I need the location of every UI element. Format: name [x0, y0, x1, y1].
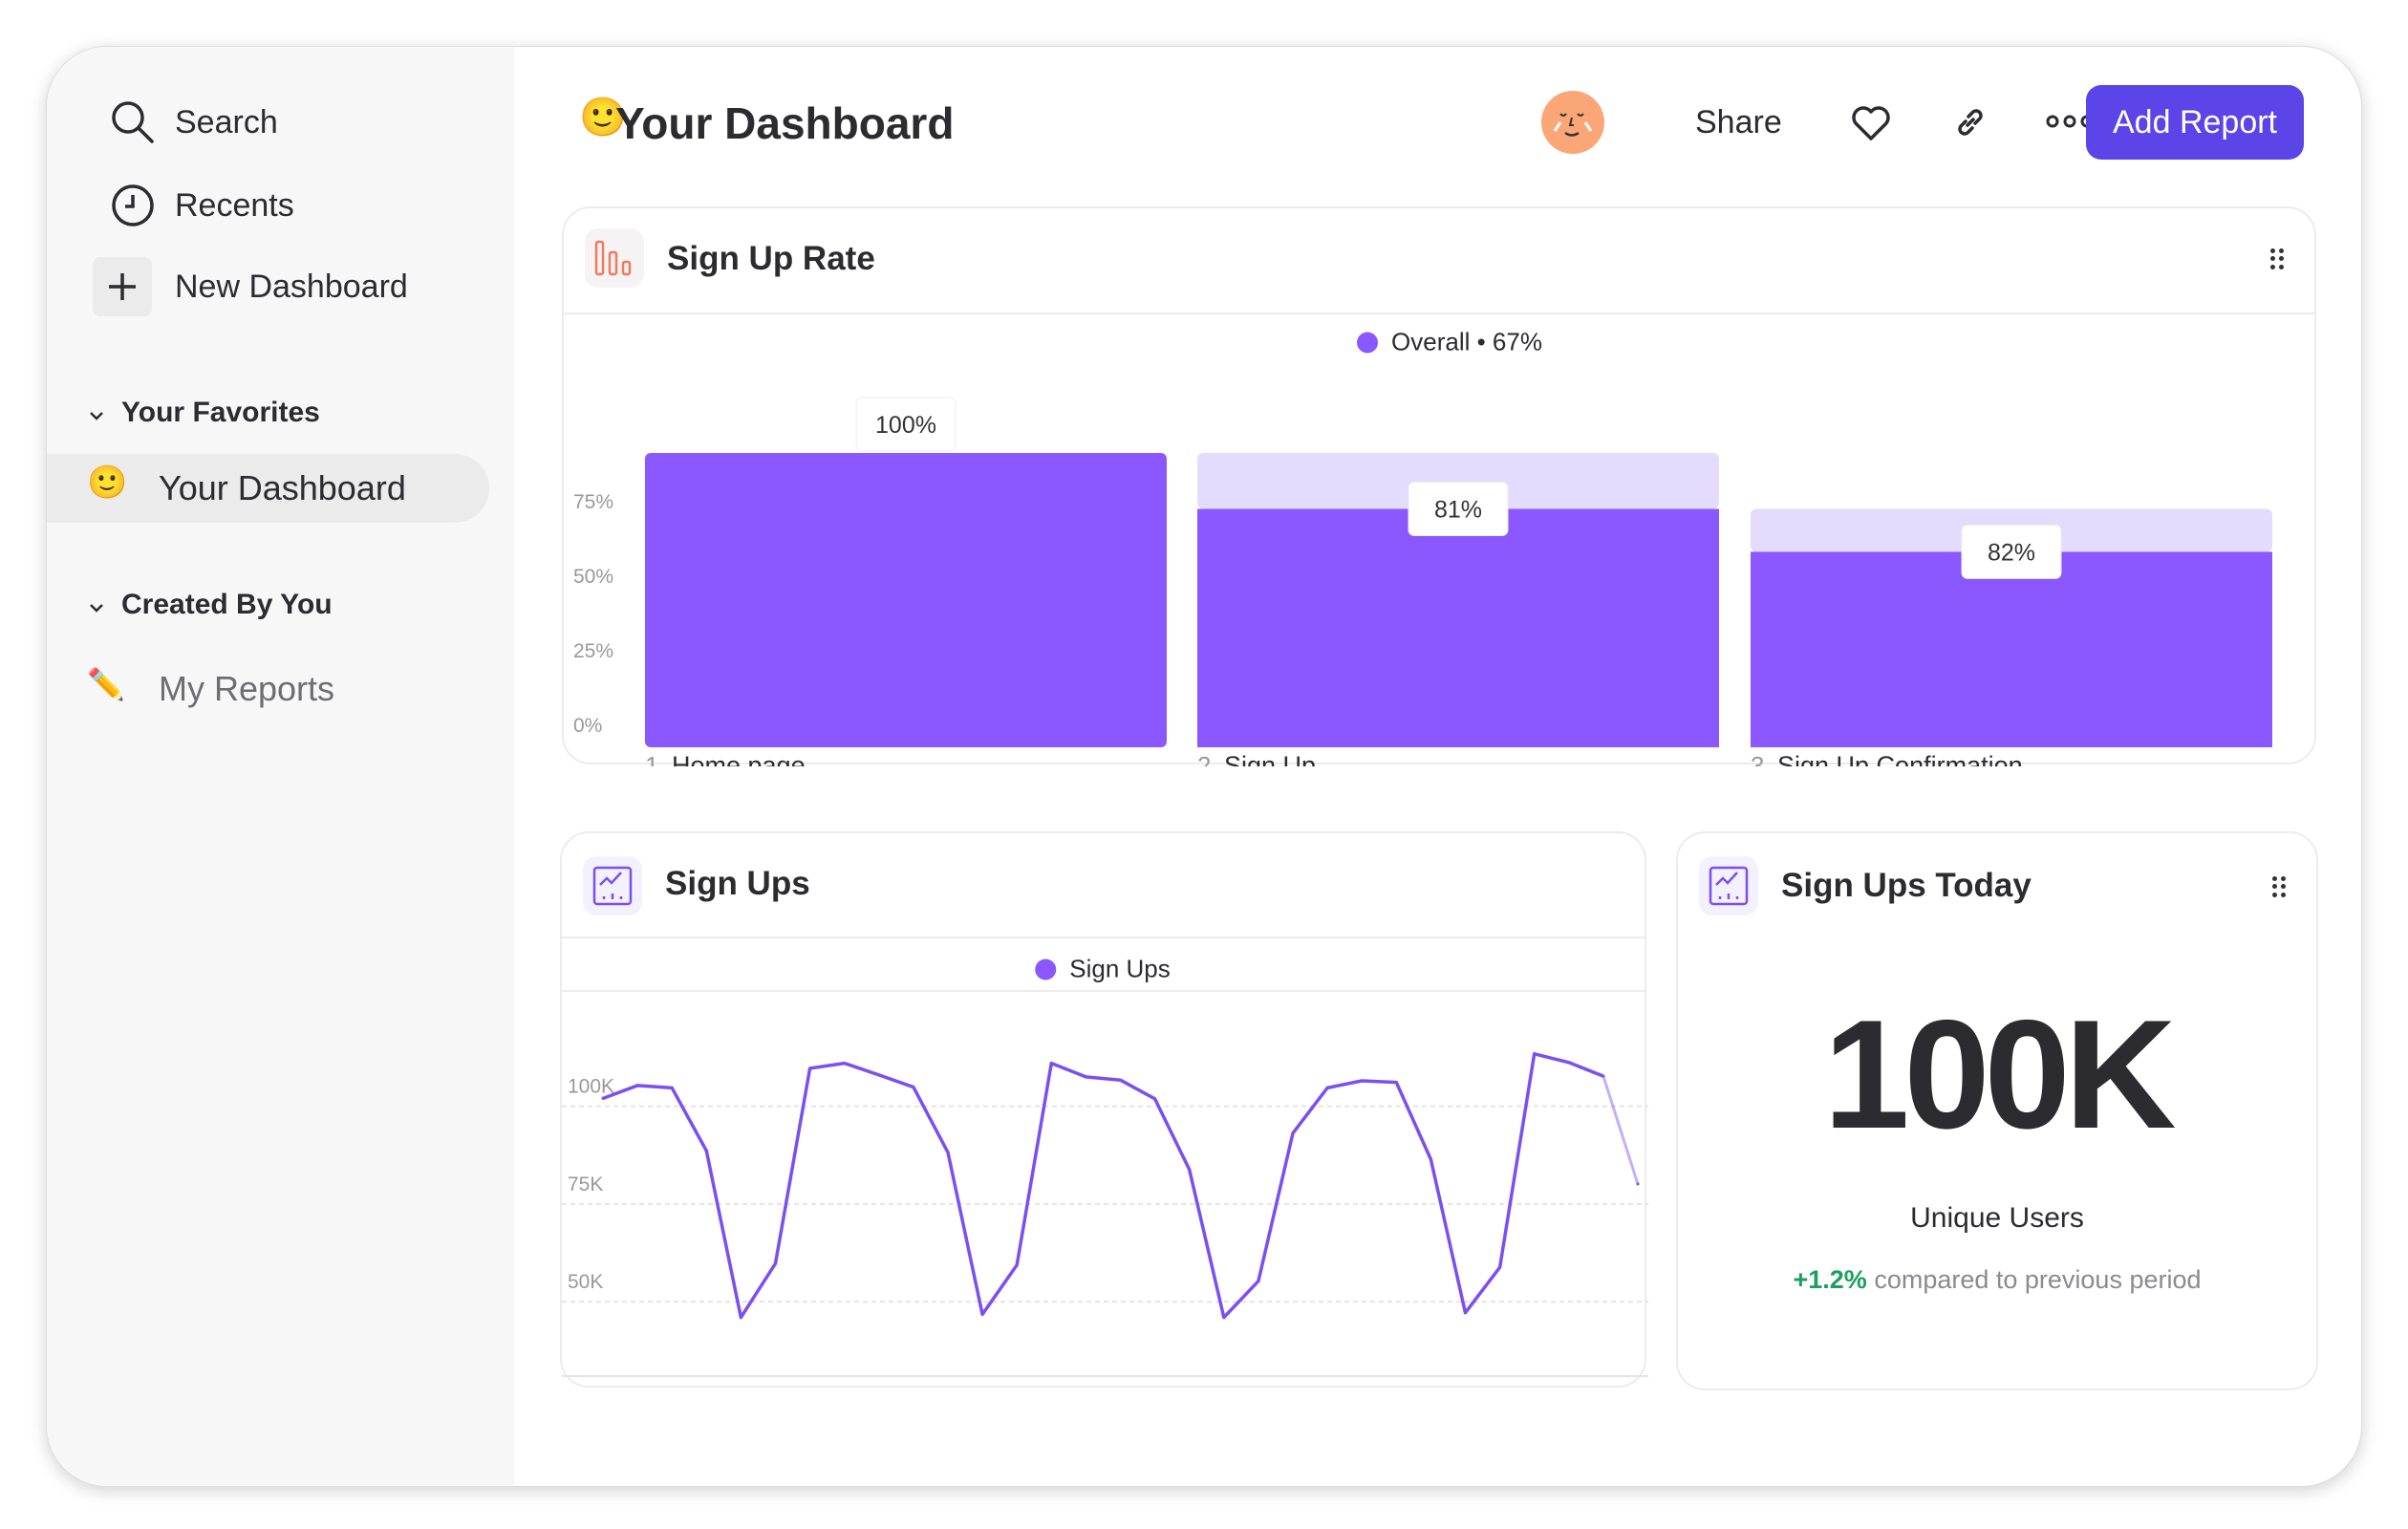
drag-handle-icon[interactable]: [2272, 876, 2286, 897]
chevron-down-icon: [89, 397, 104, 429]
sidebar-item-your-dashboard[interactable]: 🙂 Your Dashboard: [47, 454, 489, 523]
sidebar-search[interactable]: Search: [47, 94, 467, 151]
big-number: 100K: [1823, 988, 2176, 1161]
page-title: Your Dashboard: [615, 98, 955, 148]
favorites-section-toggle[interactable]: Your Favorites: [89, 397, 320, 429]
data-point: [1291, 1131, 1295, 1135]
main-content: 🙂 Your Dashboard Share Add Report Sign U…: [514, 47, 2361, 1486]
conversion-bar: [1197, 508, 1719, 747]
created-section-toggle[interactable]: Created By You: [89, 589, 333, 621]
metric-label: Unique Users: [1910, 1202, 2084, 1234]
sign-ups-line-chart: 50K75K100KDec1Dec 14Dec 28Jan 11: [562, 1052, 1648, 1377]
data-point: [670, 1086, 674, 1089]
step-number: 1: [645, 751, 658, 766]
y-tick-label: 50%: [573, 566, 613, 588]
y-tick-label: 75K: [568, 1174, 603, 1195]
sign-ups-today-card: Sign Ups Today 100K Unique Users +1.2% c…: [1676, 831, 2318, 1390]
value-label: 81%: [1434, 497, 1482, 524]
step-number: 3: [1751, 751, 1764, 766]
pencil-emoji-icon: ✏️: [87, 667, 125, 701]
sidebar: Search Recents New Dashboard Your Favori…: [47, 47, 514, 1486]
funnel-chart: 0% 25% 50% 75% 100% 1 Home page 81% 2 Sign Up 82% 3…: [573, 397, 2272, 766]
data-point: [601, 1096, 605, 1100]
series-line: [602, 1052, 1604, 1320]
conversion-bar: [645, 453, 1167, 747]
data-point: [980, 1312, 984, 1316]
data-point: [877, 1073, 881, 1077]
partial-segment: [1602, 1075, 1640, 1185]
comparison-text: +1.2% compared to previous period: [1793, 1265, 2202, 1294]
step-number: 2: [1197, 751, 1211, 766]
y-tick-label: 50K: [568, 1271, 603, 1293]
data-point: [1464, 1311, 1467, 1315]
data-point: [912, 1086, 915, 1089]
data-point: [1015, 1263, 1019, 1267]
data-point: [1119, 1078, 1122, 1082]
data-point: [1636, 1182, 1640, 1186]
value-label: 82%: [1988, 539, 2035, 566]
sidebar-item-my-reports[interactable]: ✏️ My Reports: [47, 655, 489, 723]
data-point: [1325, 1086, 1329, 1089]
chevron-down-icon: [89, 589, 104, 621]
data-point: [1429, 1157, 1432, 1161]
y-tick-label: 0%: [573, 715, 602, 737]
data-point: [1498, 1265, 1502, 1269]
value-label: 100%: [875, 412, 936, 439]
data-point: [1567, 1061, 1571, 1065]
card-title: Sign Ups Today: [1781, 867, 2032, 904]
data-point: [1360, 1079, 1364, 1083]
data-point: [808, 1066, 812, 1070]
change-value: +1.2%: [1793, 1265, 1867, 1294]
app-window: Search Recents New Dashboard Your Favori…: [46, 46, 2362, 1487]
step-label: Sign Up Confirmation: [1777, 751, 2023, 766]
data-point: [1084, 1075, 1087, 1079]
step-label: Sign Up: [1224, 751, 1316, 766]
share-button[interactable]: Share: [1695, 104, 1782, 141]
y-tick-label: 100K: [568, 1076, 614, 1098]
data-point: [635, 1084, 639, 1088]
favorite-heart-icon[interactable]: [1850, 104, 1892, 147]
step-label: Home page: [672, 751, 806, 766]
data-point: [774, 1261, 777, 1265]
data-point: [1257, 1280, 1260, 1283]
line-chart-icon: [1699, 856, 1758, 915]
data-point: [1153, 1097, 1157, 1101]
data-point: [704, 1149, 708, 1152]
add-report-button[interactable]: Add Report: [2086, 85, 2304, 160]
search-icon: [104, 94, 161, 151]
sidebar-recents[interactable]: Recents: [47, 177, 467, 234]
data-point: [1602, 1074, 1605, 1078]
data-point: [1222, 1316, 1226, 1320]
avatar[interactable]: [1541, 91, 1604, 154]
plus-icon: [93, 257, 152, 316]
y-tick-label: 25%: [573, 640, 613, 662]
clock-icon: [104, 177, 161, 234]
sign-up-rate-card: Sign Up Rate Overall • 67% 0% 25% 50% 75% 10…: [562, 206, 2316, 766]
data-point: [1533, 1052, 1537, 1056]
sign-ups-card: Sign Ups Sign Ups 50K75K100KDec1Dec 14De…: [560, 831, 1648, 1388]
data-point: [1049, 1062, 1053, 1066]
copy-link-icon[interactable]: [1953, 105, 1988, 144]
data-point: [1394, 1081, 1398, 1085]
data-point: [739, 1316, 742, 1320]
conversion-bar: [1751, 551, 2272, 747]
smiley-emoji-icon: 🙂: [87, 464, 128, 501]
data-point: [843, 1062, 847, 1066]
data-point: [1188, 1168, 1192, 1172]
y-tick-label: 75%: [573, 491, 613, 513]
data-point: [946, 1151, 950, 1154]
new-dashboard-button[interactable]: New Dashboard: [47, 257, 467, 316]
